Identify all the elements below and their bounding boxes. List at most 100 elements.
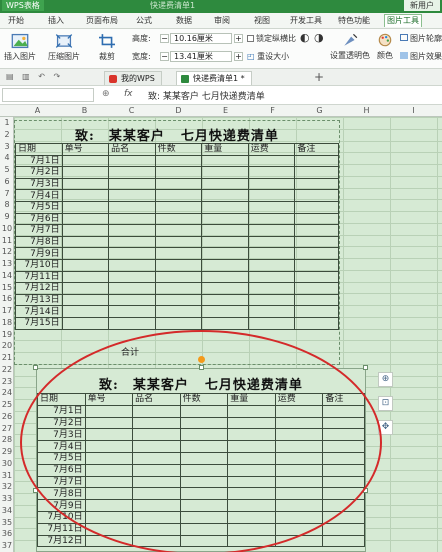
date-cell[interactable]: 7月4日	[15, 189, 63, 202]
picture-effect-button[interactable]: 图片效果	[400, 52, 442, 62]
table-cell[interactable]	[247, 270, 296, 284]
table-cell[interactable]	[108, 235, 156, 249]
table-cell[interactable]	[201, 212, 249, 226]
lock-aspect-checkbox[interactable]: 锁定纵横比	[247, 34, 296, 44]
resize-handle-top[interactable]	[199, 365, 204, 370]
table-cell[interactable]	[247, 235, 296, 249]
table-cell[interactable]	[274, 487, 324, 501]
date-cell[interactable]: 7月6日	[37, 463, 86, 477]
worksheet[interactable]: A B C D E F G H I 1 2 3 4 5 6 7 8 9 10 11 12 13 14 15 1…	[0, 105, 442, 552]
table-cell[interactable]	[179, 475, 229, 489]
table-cell[interactable]	[247, 166, 296, 179]
tab-my-wps[interactable]: 我的WPS	[104, 71, 162, 85]
table-cell[interactable]	[322, 475, 365, 489]
table-cell[interactable]	[154, 212, 203, 226]
table-cell[interactable]	[294, 212, 339, 226]
crop-picture-icon[interactable]: ⊡	[378, 396, 393, 411]
picture-settings-icon[interactable]: ✥	[378, 420, 393, 435]
table-cell[interactable]	[154, 200, 203, 214]
tab-developer[interactable]: 开发工具	[288, 15, 324, 27]
table-cell[interactable]	[84, 428, 134, 442]
formula-input[interactable]: 致: 某某客户 七月快递费清单	[148, 89, 265, 102]
table-cell[interactable]	[274, 510, 324, 524]
table-cell[interactable]	[247, 305, 296, 318]
table-cell[interactable]	[154, 293, 203, 307]
table-cell[interactable]	[294, 293, 339, 307]
table-cell[interactable]	[294, 258, 339, 272]
table-cell[interactable]	[61, 247, 110, 260]
row-header[interactable]: 17	[0, 305, 14, 316]
table-cell[interactable]	[84, 510, 134, 524]
date-cell[interactable]: 7月3日	[37, 428, 86, 442]
zoom-icon[interactable]: ⊕	[102, 89, 110, 99]
column-header[interactable]: A	[14, 105, 61, 117]
row-header[interactable]: 16	[0, 293, 14, 304]
row-header[interactable]: 1	[0, 117, 14, 128]
date-cell[interactable]: 7月11日	[15, 270, 63, 284]
date-cell[interactable]: 7月2日	[15, 166, 63, 179]
column-header[interactable]: H	[343, 105, 390, 117]
table-cell[interactable]	[108, 293, 156, 307]
table-cell[interactable]	[274, 463, 324, 477]
table-cell[interactable]	[227, 416, 276, 430]
row-header[interactable]: 18	[0, 317, 14, 328]
table-cell[interactable]	[247, 282, 296, 295]
table-cell[interactable]	[322, 510, 365, 524]
table-cell[interactable]	[227, 534, 276, 548]
table-cell[interactable]	[61, 258, 110, 272]
table-cell[interactable]	[247, 316, 296, 330]
table-cell[interactable]	[61, 212, 110, 226]
row-header[interactable]: 13	[0, 258, 14, 269]
table-cell[interactable]	[154, 316, 203, 330]
table-cell[interactable]	[179, 534, 229, 548]
date-cell[interactable]: 7月8日	[37, 487, 86, 501]
date-cell[interactable]: 7月4日	[37, 440, 86, 453]
row-header[interactable]: 35	[0, 517, 14, 528]
table-cell[interactable]	[61, 305, 110, 318]
row-header[interactable]: 11	[0, 235, 14, 246]
date-cell[interactable]: 7月12日	[37, 534, 86, 548]
resize-handle-top-left[interactable]	[33, 365, 38, 370]
row-header[interactable]: 36	[0, 528, 14, 539]
date-cell[interactable]: 7月12日	[15, 282, 63, 295]
table-cell[interactable]	[154, 305, 203, 318]
express-fee-table[interactable]: 致: 某某客户 七月快递费清单 日期 单号 品名 件数 重量 运费 备注 7月1日 7月2日 7月3日…	[14, 120, 340, 365]
table-cell[interactable]	[322, 463, 365, 477]
tab-insert[interactable]: 插入	[46, 15, 66, 27]
row-header[interactable]: 24	[0, 387, 14, 398]
table-cell[interactable]	[179, 510, 229, 524]
table-cell[interactable]	[322, 404, 365, 418]
table-cell[interactable]	[201, 305, 249, 318]
table-cell[interactable]	[294, 224, 339, 237]
table-cell[interactable]	[201, 258, 249, 272]
resize-handle-left[interactable]	[33, 488, 38, 493]
table-cell[interactable]	[61, 154, 110, 168]
date-cell[interactable]: 7月2日	[37, 416, 86, 430]
table-cell[interactable]	[154, 166, 203, 179]
zoom-picture-icon[interactable]: ⊕	[378, 372, 393, 387]
table-cell[interactable]	[154, 247, 203, 260]
table-cell[interactable]	[108, 166, 156, 179]
table-cell[interactable]	[84, 404, 134, 418]
insert-picture-button[interactable]: 插入图片	[2, 33, 38, 62]
table-cell[interactable]	[247, 212, 296, 226]
date-cell[interactable]: 7月1日	[37, 404, 86, 418]
column-header[interactable]: B	[61, 105, 108, 117]
table-cell[interactable]	[61, 200, 110, 214]
table-cell[interactable]	[247, 189, 296, 202]
date-cell[interactable]: 7月9日	[37, 499, 86, 512]
table-cell[interactable]	[108, 224, 156, 237]
table-cell[interactable]	[201, 224, 249, 237]
table-cell[interactable]	[274, 428, 324, 442]
column-header[interactable]: E	[202, 105, 249, 117]
row-header[interactable]: 20	[0, 340, 14, 351]
compress-picture-button[interactable]: 压缩图片	[46, 33, 82, 62]
row-header[interactable]: 14	[0, 270, 14, 281]
table-cell[interactable]	[227, 404, 276, 418]
row-header[interactable]: 25	[0, 399, 14, 410]
table-cell[interactable]	[132, 475, 181, 489]
row-header[interactable]: 6	[0, 176, 14, 187]
table-cell[interactable]	[108, 305, 156, 318]
table-cell[interactable]	[108, 282, 156, 295]
table-cell[interactable]	[84, 440, 134, 453]
